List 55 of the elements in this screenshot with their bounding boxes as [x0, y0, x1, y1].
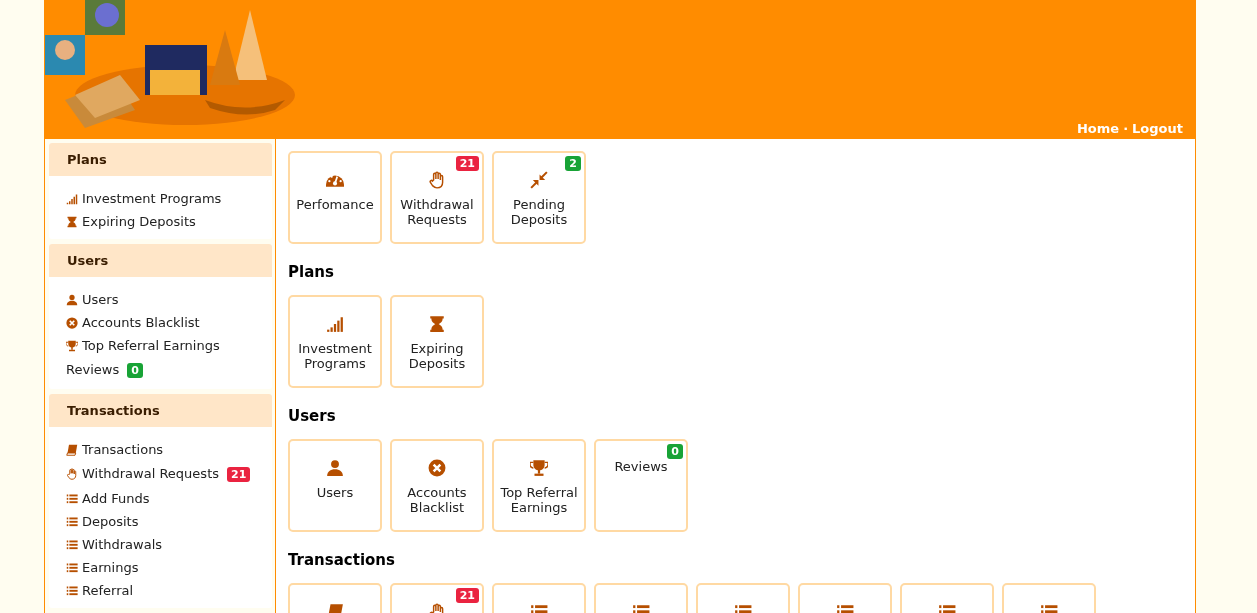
dashboard-tile[interactable]: Expiring Deposits	[390, 295, 484, 388]
separator: ·	[1123, 119, 1129, 138]
section-heading: Plans	[288, 262, 335, 282]
sidebar-link[interactable]: Withdrawal Requests 21	[66, 461, 251, 487]
sidebar-link[interactable]: Accounts Blacklist	[66, 311, 200, 334]
sidebar-link[interactable]: Earnings	[66, 556, 139, 579]
dashboard-tile[interactable]: Withdrawal Requests 21	[390, 151, 484, 244]
dashboard-tile[interactable]: Accounts Blacklist	[390, 439, 484, 532]
dashboard-tile[interactable]: Users	[288, 439, 382, 532]
sidebar-link[interactable]: Referral	[66, 579, 134, 602]
dashboard-tile[interactable]: Perfomance	[288, 151, 382, 244]
count-badge: 2	[565, 156, 581, 171]
list-icon	[66, 538, 78, 551]
user-icon	[66, 293, 78, 306]
trophy-icon	[530, 459, 548, 477]
list-icon	[66, 492, 78, 505]
hourglass-icon	[428, 315, 446, 333]
arrows-in-icon	[530, 171, 548, 189]
list-icon	[66, 561, 78, 574]
section-heading: Transactions	[288, 550, 396, 570]
sidebar-link[interactable]: Reviews 0	[66, 357, 143, 383]
hourglass-icon	[66, 215, 78, 228]
sidebar-link[interactable]: Top Referral Earnings	[66, 334, 220, 357]
x-circle-icon	[66, 316, 78, 329]
sidebar-link[interactable]: Investment Programs	[66, 187, 222, 210]
count-badge: 0	[667, 444, 683, 459]
count-badge: 21	[227, 466, 251, 482]
hand-icon	[428, 171, 446, 189]
dashboard-tile[interactable]: Reviews 0	[594, 439, 688, 532]
sidebar-link[interactable]: Withdrawals	[66, 533, 163, 556]
sidebar-link[interactable]: Deposits	[66, 510, 139, 533]
dashboard-tile[interactable]: Top Referral Earnings	[492, 439, 586, 532]
trophy-icon	[66, 339, 78, 352]
x-circle-icon	[428, 459, 446, 477]
hand-icon	[66, 468, 78, 480]
dashboard-tile[interactable]: Investment Programs	[288, 295, 382, 388]
book-icon	[66, 443, 78, 456]
signal-bars-icon	[66, 192, 78, 205]
panel-header: Users	[49, 244, 272, 277]
user-icon	[326, 459, 344, 477]
dashboard-tile[interactable]: 21	[390, 583, 484, 613]
panel-header: Transactions	[49, 394, 272, 427]
panel-header: Plans	[49, 143, 272, 176]
sidebar-link[interactable]: Add Funds	[66, 487, 150, 510]
section-heading: Users	[288, 406, 337, 426]
sidebar-link[interactable]: Users	[66, 288, 119, 311]
count-badge: 21	[455, 156, 479, 171]
list-icon	[66, 584, 78, 597]
dashboard-tile[interactable]: Pending Deposits 2	[492, 151, 586, 244]
signal-bars-icon	[326, 315, 344, 333]
count-badge: 0	[127, 362, 143, 378]
count-badge: 21	[455, 588, 479, 603]
sidebar-link[interactable]: Transactions	[66, 438, 164, 461]
sidebar-link[interactable]: Expiring Deposits	[66, 210, 196, 233]
list-icon	[66, 515, 78, 528]
